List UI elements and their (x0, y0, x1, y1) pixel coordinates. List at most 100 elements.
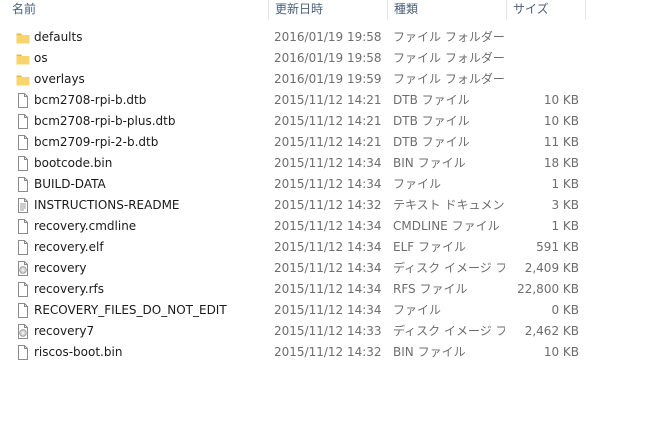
file-date-modified: 2015/11/12 14:34 (274, 303, 382, 317)
file-icon (16, 93, 30, 108)
file-date-modified: 2016/01/19 19:58 (274, 30, 382, 44)
file-type: ファイル フォルダー (393, 30, 505, 44)
file-date-modified: 2015/11/12 14:34 (274, 240, 382, 254)
file-date-modified: 2015/11/12 14:34 (274, 156, 382, 170)
file-name: bootcode.bin (34, 156, 113, 170)
file-date-modified: 2015/11/12 14:34 (274, 219, 382, 233)
file-row[interactable]: defaults 2016/01/19 19:58 ファイル フォルダー (0, 27, 647, 48)
file-date-modified: 2016/01/19 19:58 (274, 51, 382, 65)
file-size: 10 KB (543, 114, 579, 128)
file-type: ディスク イメージ ファイル (393, 324, 505, 338)
file-type: DTB ファイル (393, 135, 470, 149)
file-size: 0 KB (551, 303, 579, 317)
file-type: ELF ファイル (393, 240, 466, 254)
file-size: 2,409 KB (524, 261, 579, 275)
file-date-modified: 2015/11/12 14:32 (274, 345, 382, 359)
column-header-date-modified[interactable]: 更新日時 (268, 0, 387, 20)
file-row[interactable]: recovery 2015/11/12 14:34 ディスク イメージ ファイル 2,… (0, 258, 647, 279)
file-row[interactable]: recovery7 2015/11/12 14:33 ディスク イメージ ファイル 2… (0, 321, 647, 342)
file-row[interactable]: BUILD-DATA 2015/11/12 14:34 ファイル 1 KB (0, 174, 647, 195)
disc-image-icon (16, 261, 30, 276)
file-row[interactable]: recovery.elf 2015/11/12 14:34 ELF ファイル 591 … (0, 237, 647, 258)
file-name: os (34, 51, 48, 65)
file-name: BUILD-DATA (34, 177, 106, 191)
file-date-modified: 2015/11/12 14:21 (274, 114, 382, 128)
file-icon (16, 156, 30, 171)
file-size: 18 KB (543, 156, 579, 170)
file-size: 22,800 KB (517, 282, 579, 296)
file-date-modified: 2015/11/12 14:33 (274, 324, 382, 338)
file-icon (16, 135, 30, 150)
file-size: 1 KB (551, 219, 579, 233)
file-size: 2,462 KB (524, 324, 579, 338)
file-type: ファイル フォルダー (393, 51, 505, 65)
file-row[interactable]: bcm2708-rpi-b.dtb 2015/11/12 14:21 DTB ファイ… (0, 90, 647, 111)
file-row[interactable]: recovery.rfs 2015/11/12 14:34 RFS ファイル 22,8… (0, 279, 647, 300)
file-row[interactable]: overlays 2016/01/19 19:59 ファイル フォルダー (0, 69, 647, 90)
file-type: DTB ファイル (393, 114, 470, 128)
file-size: 10 KB (543, 93, 579, 107)
file-name: recovery.elf (34, 240, 104, 254)
file-type: ディスク イメージ ファイル (393, 261, 505, 275)
column-header-type[interactable]: 種類 (387, 0, 506, 20)
file-explorer: 名前 更新日時 種類 サイズ defaults 2016/01/19 19:58 フ… (0, 0, 647, 426)
folder-icon (16, 30, 30, 45)
file-date-modified: 2015/11/12 14:34 (274, 282, 382, 296)
file-type: テキスト ドキュメント (393, 198, 505, 212)
file-icon (16, 282, 30, 297)
file-row[interactable]: os 2016/01/19 19:58 ファイル フォルダー (0, 48, 647, 69)
file-name: RECOVERY_FILES_DO_NOT_EDIT (34, 303, 227, 317)
file-name: INSTRUCTIONS-README (34, 198, 180, 212)
text-document-icon (16, 198, 30, 213)
file-name: bcm2708-rpi-b-plus.dtb (34, 114, 176, 128)
file-size: 10 KB (543, 345, 579, 359)
file-type: RFS ファイル (393, 282, 468, 296)
file-size: 591 KB (536, 240, 579, 254)
file-type: CMDLINE ファイル (393, 219, 500, 233)
column-header-bar: 名前 更新日時 種類 サイズ (0, 0, 647, 22)
file-name: recovery.cmdline (34, 219, 137, 233)
file-type: ファイル (393, 303, 442, 317)
file-row[interactable]: RECOVERY_FILES_DO_NOT_EDIT 2015/11/12 14:… (0, 300, 647, 321)
file-row[interactable]: INSTRUCTIONS-README 2015/11/12 14:32 テキスト … (0, 195, 647, 216)
file-name: recovery (34, 261, 87, 275)
file-name: riscos-boot.bin (34, 345, 123, 359)
file-list: defaults 2016/01/19 19:58 ファイル フォルダー os 2016… (0, 27, 647, 363)
file-date-modified: 2016/01/19 19:59 (274, 72, 382, 86)
file-row[interactable]: riscos-boot.bin 2015/11/12 14:32 BIN ファイル 1… (0, 342, 647, 363)
folder-icon (16, 72, 30, 87)
file-name: overlays (34, 72, 85, 86)
file-icon (16, 240, 30, 255)
file-size: 3 KB (551, 198, 579, 212)
file-icon (16, 345, 30, 360)
file-row[interactable]: recovery.cmdline 2015/11/12 14:34 CMDLINE … (0, 216, 647, 237)
file-icon (16, 303, 30, 318)
file-date-modified: 2015/11/12 14:32 (274, 198, 382, 212)
file-type: BIN ファイル (393, 345, 466, 359)
file-size: 1 KB (551, 177, 579, 191)
file-type: ファイル (393, 177, 442, 191)
file-type: ファイル フォルダー (393, 72, 505, 86)
file-icon (16, 177, 30, 192)
file-row[interactable]: bcm2708-rpi-b-plus.dtb 2015/11/12 14:21 DT… (0, 111, 647, 132)
file-name: recovery.rfs (34, 282, 105, 296)
file-name: recovery7 (34, 324, 95, 338)
file-type: DTB ファイル (393, 93, 470, 107)
disc-image-icon (16, 324, 30, 339)
file-name: bcm2708-rpi-b.dtb (34, 93, 147, 107)
file-icon (16, 114, 30, 129)
file-row[interactable]: bcm2709-rpi-2-b.dtb 2015/11/12 14:21 DTB フ… (0, 132, 647, 153)
file-name: defaults (34, 30, 83, 44)
file-date-modified: 2015/11/12 14:34 (274, 261, 382, 275)
file-name: bcm2709-rpi-2-b.dtb (34, 135, 159, 149)
folder-icon (16, 51, 30, 66)
file-size: 11 KB (543, 135, 579, 149)
file-date-modified: 2015/11/12 14:21 (274, 93, 382, 107)
column-header-size[interactable]: サイズ (506, 0, 586, 20)
file-icon (16, 219, 30, 234)
file-row[interactable]: bootcode.bin 2015/11/12 14:34 BIN ファイル 18 K… (0, 153, 647, 174)
file-type: BIN ファイル (393, 156, 466, 170)
file-date-modified: 2015/11/12 14:34 (274, 177, 382, 191)
file-date-modified: 2015/11/12 14:21 (274, 135, 382, 149)
column-header-name[interactable]: 名前 (6, 0, 268, 20)
